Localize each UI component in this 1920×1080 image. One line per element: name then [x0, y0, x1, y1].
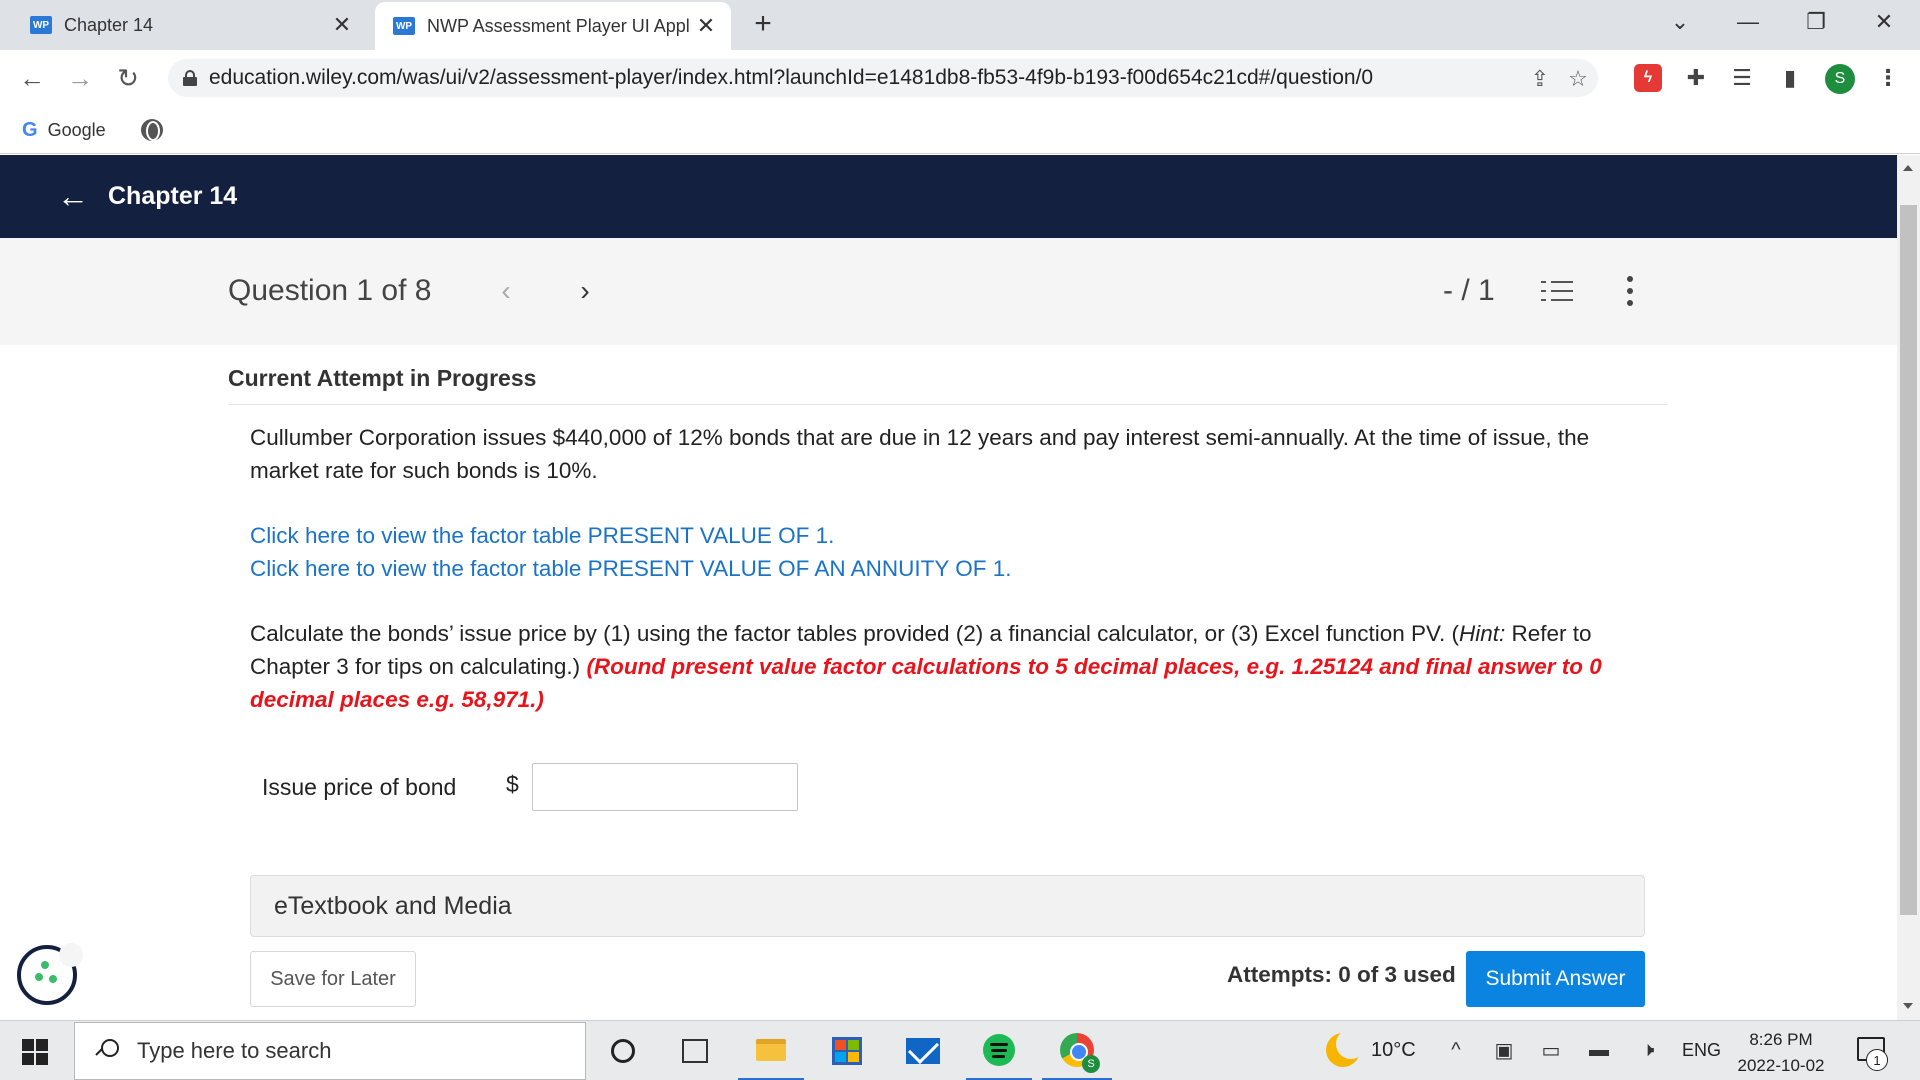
factor-table-links: Click here to view the factor table PRES… — [250, 519, 1012, 585]
profile-avatar[interactable]: S — [1825, 64, 1855, 94]
mail-icon[interactable] — [890, 1021, 956, 1080]
battery-icon[interactable]: ▬ — [1586, 1035, 1612, 1065]
microsoft-store-icon[interactable] — [814, 1021, 880, 1080]
question-list-icon[interactable] — [1541, 278, 1573, 306]
question-text: Cullumber Corporation issues $440,000 of… — [250, 425, 1590, 483]
windows-start-icon[interactable] — [22, 1039, 48, 1065]
show-hidden-icons-icon[interactable]: ^ — [1444, 1035, 1468, 1065]
system-clock[interactable]: 8:26 PM 2022-10-02 — [1726, 1027, 1836, 1079]
extension-red-icon[interactable]: ϟ — [1634, 64, 1662, 92]
restore-icon[interactable]: ❐ — [1786, 0, 1846, 44]
cortana-icon[interactable] — [590, 1021, 656, 1080]
extensions-puzzle-icon[interactable]: ✚ — [1682, 64, 1710, 92]
page-scrollbar[interactable] — [1897, 155, 1920, 1020]
spotify-icon[interactable] — [966, 1021, 1032, 1080]
reload-icon[interactable]: ↻ — [110, 60, 146, 96]
page-title: Chapter 14 — [108, 182, 238, 210]
display-icon[interactable]: ▭ — [1537, 1035, 1565, 1065]
instruction-main: Calculate the bonds’ issue price by (1) … — [250, 621, 1459, 646]
hint-label: Hint: — [1458, 621, 1506, 646]
tab-title: Chapter 14 — [64, 14, 154, 35]
media-control-icon[interactable]: ☰ — [1728, 64, 1756, 92]
score-display: - / 1 — [1443, 274, 1495, 307]
submit-answer-button[interactable]: Submit Answer — [1466, 951, 1645, 1007]
etextbook-label: eTextbook and Media — [274, 891, 512, 920]
close-tab-icon[interactable]: ✕ — [691, 11, 721, 41]
scroll-thumb[interactable] — [1900, 205, 1917, 915]
bookmark-globe[interactable] — [141, 116, 163, 144]
save-for-later-button[interactable]: Save for Later — [250, 951, 416, 1007]
taskbar-search[interactable]: Type here to search — [74, 1022, 586, 1080]
meet-now-icon[interactable]: ▣ — [1491, 1035, 1517, 1065]
close-tab-icon[interactable]: ✕ — [327, 10, 357, 40]
divider — [228, 404, 1668, 405]
question-content: Current Attempt in Progress Cullumber Co… — [0, 345, 1897, 1020]
bookmark-google[interactable]: G Google — [22, 116, 106, 144]
volume-muted-icon[interactable]: 🕨 — [1634, 1035, 1662, 1065]
task-view-icon[interactable] — [662, 1021, 728, 1080]
browser-menu-icon[interactable]: ⋮ — [1874, 64, 1902, 92]
weather-moon-icon[interactable] — [1326, 1029, 1366, 1067]
tab-search-icon[interactable]: ⌄ — [1650, 0, 1710, 44]
clock-time: 8:26 PM — [1749, 1030, 1813, 1049]
scroll-up-icon[interactable] — [1903, 165, 1913, 171]
windows-taskbar: Type here to search S 10°C ^ ▣ ▭ ▬ 🕨 ENG… — [0, 1020, 1920, 1080]
notification-count: 1 — [1866, 1049, 1888, 1071]
tab-chapter-14[interactable]: WP Chapter 14 ✕ — [12, 0, 367, 50]
window-close-icon[interactable]: ✕ — [1854, 0, 1914, 44]
scroll-down-icon[interactable] — [1903, 1003, 1913, 1009]
wp-favicon-icon: WP — [30, 16, 52, 34]
issue-price-input[interactable] — [532, 763, 798, 811]
temperature[interactable]: 10°C — [1371, 1039, 1416, 1062]
minimize-icon[interactable]: — — [1718, 0, 1778, 44]
new-tab-button[interactable]: + — [745, 6, 781, 42]
bookmark-star-icon[interactable]: ☆ — [1564, 65, 1592, 93]
input-language[interactable]: ENG — [1682, 1040, 1721, 1061]
chrome-icon[interactable]: S — [1042, 1021, 1112, 1080]
instruction-text: Calculate the bonds’ issue price by (1) … — [250, 617, 1650, 716]
assessment-page: ← Chapter 14 Question 1 of 8 ‹ › - / 1 C… — [0, 155, 1897, 1020]
back-icon[interactable]: ← — [14, 60, 50, 96]
address-bar[interactable]: education.wiley.com/was/ui/v2/assessment… — [168, 59, 1598, 97]
cookie-settings-icon[interactable] — [17, 943, 83, 1005]
wp-favicon-icon: WP — [393, 17, 415, 35]
currency-symbol: $ — [506, 771, 519, 797]
attempt-status: Current Attempt in Progress — [228, 365, 537, 391]
attempts-counter: Attempts: 0 of 3 used — [1227, 962, 1456, 987]
globe-icon — [141, 119, 163, 141]
chapter-header: ← Chapter 14 — [0, 155, 1897, 238]
lock-icon — [183, 70, 197, 86]
next-question-icon[interactable]: › — [570, 274, 600, 308]
share-icon[interactable]: ⇪ — [1526, 65, 1554, 93]
etextbook-media-panel[interactable]: eTextbook and Media — [250, 875, 1645, 937]
clock-date: 2022-10-02 — [1737, 1056, 1825, 1075]
back-arrow-icon[interactable]: ← — [56, 178, 90, 214]
file-explorer-icon[interactable] — [738, 1021, 804, 1080]
tab-strip: WP Chapter 14 ✕ WP NWP Assessment Player… — [0, 0, 1920, 50]
browser-toolbar: ← → ↻ education.wiley.com/was/ui/v2/asse… — [0, 50, 1920, 106]
link-present-value-of-1[interactable]: Click here to view the factor table PRES… — [250, 519, 1012, 552]
tab-title: NWP Assessment Player UI Appli — [427, 15, 691, 36]
search-icon — [95, 1039, 119, 1063]
more-options-icon[interactable] — [1620, 276, 1640, 306]
link-present-value-annuity[interactable]: Click here to view the factor table PRES… — [250, 552, 1012, 585]
url-text: education.wiley.com/was/ui/v2/assessment… — [209, 66, 1374, 89]
question-navigation-bar: Question 1 of 8 ‹ › - / 1 — [0, 238, 1897, 345]
bookmarks-bar: G Google — [0, 106, 1920, 154]
search-placeholder: Type here to search — [137, 1038, 332, 1063]
question-counter: Question 1 of 8 — [228, 274, 432, 307]
tab-nwp-assessment[interactable]: WP NWP Assessment Player UI Appli ✕ — [375, 2, 731, 50]
answer-label: Issue price of bond — [262, 774, 457, 800]
previous-question-icon[interactable]: ‹ — [491, 274, 521, 308]
forward-icon[interactable]: → — [62, 60, 98, 96]
google-icon: G — [22, 118, 38, 141]
bookmark-label: Google — [47, 119, 106, 140]
side-panel-icon[interactable]: ▮ — [1776, 64, 1804, 92]
